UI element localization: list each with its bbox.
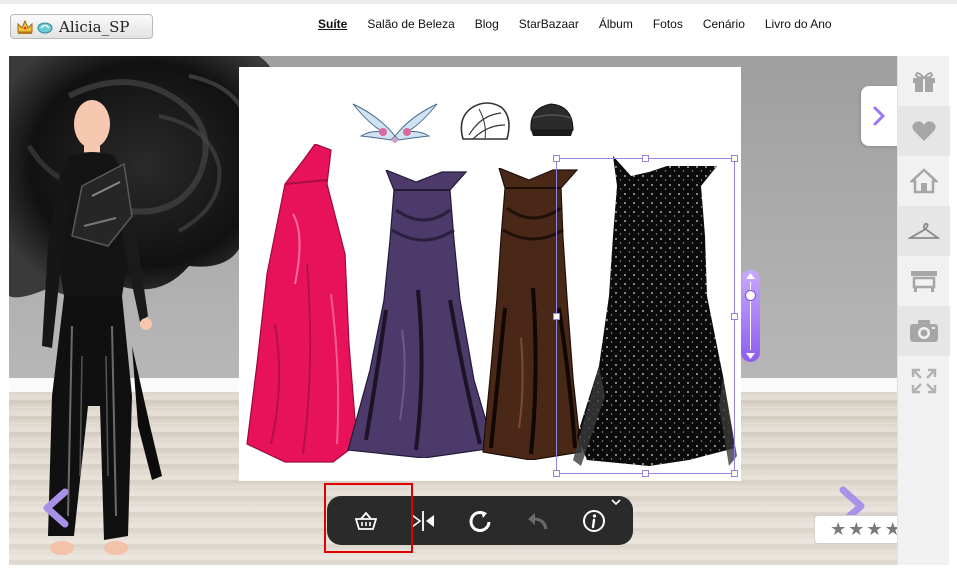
main-nav: Suíte Salão de Beleza Blog StarBazaar Ál…	[318, 17, 832, 31]
crown-icon	[17, 19, 33, 34]
rotate-button[interactable]	[463, 504, 497, 538]
star-icon[interactable]: ★	[866, 520, 882, 539]
home-button[interactable]	[898, 156, 950, 206]
star-icon[interactable]: ★	[830, 520, 846, 539]
camera-button[interactable]	[898, 306, 950, 356]
home-icon	[910, 168, 938, 194]
nav-item-starbazaar[interactable]: StarBazaar	[519, 17, 579, 31]
favorites-button[interactable]	[898, 106, 950, 156]
username: Alicia_SP	[59, 17, 130, 36]
info-button[interactable]	[577, 504, 611, 538]
fullscreen-icon	[911, 368, 937, 394]
undo-button[interactable]	[520, 504, 554, 538]
chevron-down-icon[interactable]	[611, 499, 621, 505]
prev-arrow-icon[interactable]	[39, 488, 73, 528]
user-badge[interactable]: Alicia_SP	[10, 14, 153, 39]
gift-icon	[913, 72, 935, 92]
nav-item-salao-de-beleza[interactable]: Salão de Beleza	[367, 17, 454, 31]
camera-icon	[910, 320, 938, 342]
zoom-knob[interactable]	[745, 290, 756, 301]
nav-item-album[interactable]: Álbum	[599, 17, 633, 31]
item-purple-offshoulder-gown[interactable]	[346, 170, 496, 458]
item-white-headwrap[interactable]	[457, 99, 513, 145]
gift-button[interactable]	[898, 56, 950, 106]
flip-icon	[410, 510, 434, 531]
star-icon[interactable]: ★	[848, 520, 864, 539]
nav-item-cenario[interactable]: Cenário	[703, 17, 745, 31]
item-black-sequin-gown[interactable]	[569, 156, 739, 474]
right-sidebar	[897, 56, 950, 565]
expand-panel-button[interactable]	[861, 86, 897, 146]
item-wing-necklace[interactable]	[349, 96, 441, 148]
nav-item-fotos[interactable]: Fotos	[653, 17, 683, 31]
store-button[interactable]	[898, 256, 950, 306]
rating-stars[interactable]: ★ ★ ★ ★ ★	[814, 515, 897, 544]
fullscreen-button[interactable]	[898, 356, 950, 406]
vip-badge-icon	[37, 22, 53, 33]
heart-icon	[912, 121, 936, 141]
nav-item-blog[interactable]: Blog	[475, 17, 499, 31]
nav-item-suite[interactable]: Suíte	[318, 17, 347, 31]
nav-item-livro-do-ano[interactable]: Livro do Ano	[765, 17, 832, 31]
dressing-stage: ★ ★ ★ ★ ★	[9, 56, 897, 565]
top-bar: Alicia_SP Suíte Salão de Beleza Blog Sta…	[0, 0, 957, 50]
item-toolbar	[327, 496, 633, 545]
zoom-slider[interactable]	[741, 270, 760, 362]
zoom-down-icon[interactable]	[746, 353, 755, 359]
undo-icon	[528, 512, 548, 529]
store-icon	[911, 271, 937, 292]
star-icon[interactable]: ★	[885, 520, 897, 539]
zoom-up-icon[interactable]	[746, 273, 755, 279]
top-rule	[0, 0, 957, 4]
info-icon	[583, 509, 606, 532]
hanger-icon	[908, 222, 940, 239]
flip-button[interactable]	[406, 504, 440, 538]
item-black-cap[interactable]	[527, 100, 577, 138]
avatar-figure[interactable]	[12, 96, 167, 565]
rotate-icon	[469, 510, 491, 532]
chevron-right-icon	[873, 106, 886, 126]
basket-button[interactable]	[349, 504, 383, 538]
closet-button[interactable]	[898, 206, 950, 256]
basket-icon	[354, 511, 377, 530]
